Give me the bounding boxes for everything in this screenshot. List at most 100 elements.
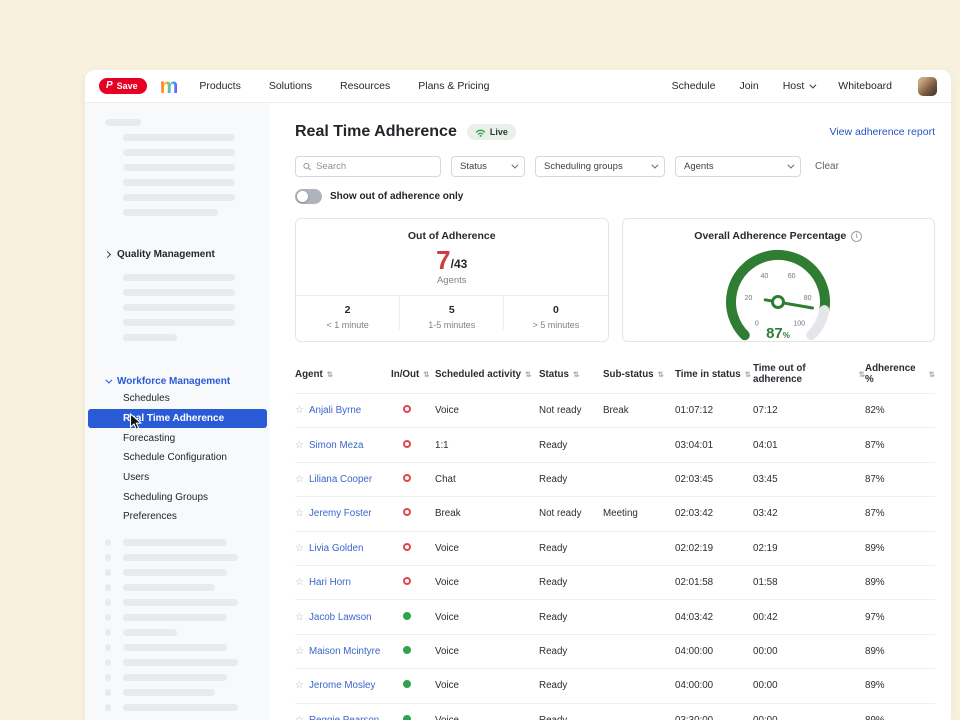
- live-label: Live: [490, 127, 508, 137]
- agent-name-link[interactable]: Reggie Pearson: [309, 715, 379, 720]
- sidebar-item-schedules[interactable]: Schedules: [85, 389, 270, 409]
- table-row[interactable]: ☆Liliana CooperChatReady02:03:4503:4587%: [295, 462, 935, 496]
- sort-icon[interactable]: ⇅: [327, 370, 333, 379]
- breakdown-value: 5: [400, 304, 503, 316]
- skeleton-bar: [85, 535, 270, 550]
- info-icon[interactable]: i: [851, 231, 862, 242]
- star-icon[interactable]: ☆: [295, 612, 304, 623]
- star-icon[interactable]: ☆: [295, 508, 304, 519]
- sidebar-item-schedule-configuration[interactable]: Schedule Configuration: [85, 448, 270, 468]
- agents-select[interactable]: Agents: [675, 156, 801, 177]
- star-icon[interactable]: ☆: [295, 440, 304, 451]
- star-icon[interactable]: ☆: [295, 474, 304, 485]
- toggle-knob: [297, 191, 308, 202]
- sidebar-item-forecasting[interactable]: Forecasting: [85, 428, 270, 448]
- sidebar-item-users[interactable]: Users: [85, 468, 270, 488]
- adherence-table: Agent⇅In/Out⇅Scheduled activity⇅Status⇅S…: [295, 355, 935, 720]
- pinterest-icon: P: [106, 81, 113, 91]
- table-cell: 03:42: [753, 508, 865, 519]
- sidebar-item-scheduling-groups[interactable]: Scheduling Groups: [85, 487, 270, 507]
- column-header-in-out[interactable]: In/Out⇅: [391, 363, 435, 385]
- out-of-adherence-dot: [403, 543, 411, 551]
- breakdown-value: 0: [504, 304, 607, 316]
- agent-name-link[interactable]: Hari Horn: [309, 577, 351, 588]
- table-row[interactable]: ☆Hari HornVoiceReady02:01:5801:5889%: [295, 565, 935, 599]
- table-row[interactable]: ☆Livia GoldenVoiceReady02:02:1902:1989%: [295, 531, 935, 565]
- star-icon[interactable]: ☆: [295, 543, 304, 554]
- table-cell: Voice: [435, 715, 539, 720]
- table-row[interactable]: ☆Jeremy FosterBreakNot readyMeeting02:03…: [295, 496, 935, 530]
- sidebar-item-real-time-adherence[interactable]: Real Time Adherence: [88, 409, 267, 429]
- view-adherence-report-link[interactable]: View adherence report: [830, 126, 935, 138]
- star-icon[interactable]: ☆: [295, 646, 304, 657]
- sort-icon[interactable]: ⇅: [423, 370, 429, 379]
- sidebar-item-workforce-management[interactable]: Workforce Management: [85, 373, 270, 389]
- out-of-adherence-dot: [403, 405, 411, 413]
- table-row[interactable]: ☆Anjali ByrneVoiceNot readyBreak01:07:12…: [295, 393, 935, 427]
- nav-item-schedule[interactable]: Schedule: [672, 80, 716, 92]
- nav-item-products[interactable]: Products: [199, 80, 240, 92]
- agent-name-link[interactable]: Anjali Byrne: [309, 405, 361, 416]
- nav-item-whiteboard[interactable]: Whiteboard: [838, 80, 892, 92]
- star-icon[interactable]: ☆: [295, 405, 304, 416]
- svg-text:100: 100: [794, 321, 806, 328]
- column-header-time-in-status[interactable]: Time in status⇅: [675, 363, 753, 385]
- column-header-adherence[interactable]: Adherence %⇅: [865, 363, 935, 385]
- sort-icon[interactable]: ⇅: [658, 370, 664, 379]
- agent-name-link[interactable]: Liliana Cooper: [309, 474, 372, 485]
- nav-item-plans-pricing[interactable]: Plans & Pricing: [418, 80, 489, 92]
- column-header-agent[interactable]: Agent⇅: [295, 363, 391, 385]
- svg-text:0: 0: [755, 321, 759, 328]
- column-header-scheduled-activity[interactable]: Scheduled activity⇅: [435, 363, 539, 385]
- page-title: Real Time Adherence: [295, 123, 457, 141]
- agent-name-link[interactable]: Maison Mcintyre: [309, 646, 380, 657]
- pinterest-save-button[interactable]: P Save: [99, 78, 147, 94]
- sort-icon[interactable]: ⇅: [929, 370, 935, 379]
- column-header-status[interactable]: Status⇅: [539, 363, 603, 385]
- out-of-adherence-card: Out of Adherence 7 /43 Agents 2 < 1 minu…: [295, 218, 609, 342]
- sidebar-item-quality-management[interactable]: Quality Management: [85, 246, 270, 262]
- agent-name-link[interactable]: Simon Meza: [309, 440, 363, 451]
- table-row[interactable]: ☆Reggie PearsonVoiceReady03:30:0000:0089…: [295, 703, 935, 720]
- star-icon[interactable]: ☆: [295, 577, 304, 588]
- star-icon[interactable]: ☆: [295, 680, 304, 691]
- sort-icon[interactable]: ⇅: [745, 370, 751, 379]
- quality-management-label: Quality Management: [117, 249, 215, 260]
- show-out-of-adherence-toggle[interactable]: [295, 189, 322, 204]
- table-row[interactable]: ☆Maison McintyreVoiceReady04:00:0000:008…: [295, 634, 935, 668]
- out-of-adherence-count-row: 7 /43: [296, 245, 608, 273]
- column-header-time-out-of-adherence[interactable]: Time out of adherence⇅: [753, 363, 865, 385]
- column-header-sub-status[interactable]: Sub-status⇅: [603, 363, 675, 385]
- secondary-nav: Schedule Join Host Whiteboard: [672, 77, 937, 96]
- table-row[interactable]: ☆Jacob LawsonVoiceReady04:03:4200:4297%: [295, 599, 935, 633]
- table-row[interactable]: ☆Simon Meza1:1Ready03:04:0104:0187%: [295, 427, 935, 461]
- out-of-adherence-title: Out of Adherence: [296, 219, 608, 242]
- table-cell: Break: [603, 405, 675, 416]
- table-cell: 02:01:58: [675, 577, 753, 588]
- user-avatar[interactable]: [918, 77, 937, 96]
- nav-item-host-dropdown[interactable]: Host: [783, 80, 815, 92]
- table-cell: 07:12: [753, 405, 865, 416]
- agent-name-link[interactable]: Jeremy Foster: [309, 508, 372, 519]
- agent-name-link[interactable]: Livia Golden: [309, 543, 363, 554]
- scheduling-groups-select[interactable]: Scheduling groups: [535, 156, 665, 177]
- star-icon[interactable]: ☆: [295, 715, 304, 720]
- agent-name-link[interactable]: Jacob Lawson: [309, 612, 372, 623]
- clear-filters-button[interactable]: Clear: [815, 161, 839, 172]
- nav-item-join[interactable]: Join: [739, 80, 758, 92]
- brand-logo[interactable]: m: [160, 76, 178, 97]
- skeleton-bar: [85, 145, 270, 160]
- search-input[interactable]: [316, 161, 433, 172]
- sidebar: Quality Management Workforce Management …: [85, 103, 270, 720]
- nav-item-solutions[interactable]: Solutions: [269, 80, 312, 92]
- sort-icon[interactable]: ⇅: [525, 370, 531, 379]
- host-label: Host: [783, 80, 805, 92]
- table-row[interactable]: ☆Jerome MosleyVoiceReady04:00:0000:0089%: [295, 668, 935, 702]
- sort-icon[interactable]: ⇅: [573, 370, 579, 379]
- chevron-down-icon: [810, 81, 817, 88]
- agent-name-link[interactable]: Jerome Mosley: [309, 680, 375, 691]
- sidebar-item-preferences[interactable]: Preferences: [85, 507, 270, 527]
- status-select[interactable]: Status: [451, 156, 525, 177]
- nav-item-resources[interactable]: Resources: [340, 80, 390, 92]
- out-of-adherence-dot: [403, 508, 411, 516]
